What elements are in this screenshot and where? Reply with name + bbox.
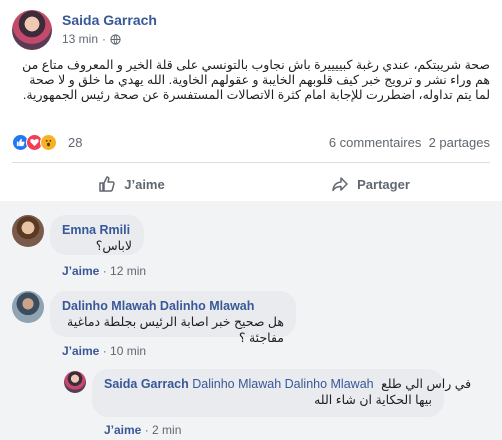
comment-avatar[interactable]: [12, 215, 44, 247]
meta-separator: ·: [144, 423, 149, 437]
reply-meta: J’aime · 2 min: [104, 423, 181, 437]
globe-icon[interactable]: [110, 33, 121, 45]
comment-like-link[interactable]: J’aime: [62, 264, 99, 278]
reaction-icons[interactable]: [12, 134, 57, 151]
comment-meta: J’aime · 10 min: [62, 344, 146, 358]
post-stats: 6 commentaires 2 partages: [329, 135, 490, 150]
meta-separator: ·: [102, 264, 107, 278]
comment-bubble: Emna Rmili لاباس؟: [50, 215, 144, 255]
reply-text-line1: في راس الي طلع: [381, 377, 472, 391]
reply-bubble: Saida Garrach Dalinho Mlawah Dalinho Mla…: [92, 369, 471, 417]
comment-time[interactable]: 10 min: [110, 344, 146, 358]
like-label: J’aime: [124, 176, 165, 192]
comment-avatar[interactable]: [12, 291, 44, 323]
reaction-count[interactable]: 28: [68, 135, 82, 150]
meta-separator: ·: [102, 344, 107, 358]
post-meta: 13 min ·: [62, 32, 121, 46]
thumbs-up-icon: [99, 176, 115, 192]
post-time[interactable]: 13 min: [62, 32, 98, 46]
comment-author[interactable]: Dalinho Mlawah Dalinho Mlawah: [62, 299, 254, 313]
comment-text: لاباس؟: [95, 239, 132, 253]
comment-like-link[interactable]: J’aime: [62, 344, 99, 358]
reply-text-line2: بيها الحكاية ان شاء الله: [314, 393, 432, 407]
share-arrow-icon: [332, 177, 348, 192]
reply-author[interactable]: Saida Garrach: [104, 377, 189, 391]
author-avatar[interactable]: [12, 10, 52, 50]
comment-time[interactable]: 12 min: [110, 264, 146, 278]
post-header: Saida Garrach 13 min ·: [12, 10, 492, 52]
meta-separator: ·: [102, 32, 107, 46]
post-actions: J’aime Partager: [12, 166, 490, 202]
shares-count[interactable]: 2 partages: [429, 135, 490, 150]
reply-time[interactable]: 2 min: [152, 423, 181, 437]
comment: Dalinho Mlawah Dalinho Mlawah هل صحيح خب…: [0, 281, 502, 361]
reply-mention[interactable]: Dalinho Mlawah Dalinho Mlawah: [192, 377, 373, 391]
comment-bubble: Dalinho Mlawah Dalinho Mlawah هل صحيح خب…: [50, 291, 296, 345]
like-button[interactable]: J’aime: [12, 166, 251, 202]
comments-count[interactable]: 6 commentaires: [329, 135, 421, 150]
reply-like-link[interactable]: J’aime: [104, 423, 141, 437]
share-label: Partager: [357, 176, 410, 192]
reply: Saida Garrach Dalinho Mlawah Dalinho Mla…: [0, 361, 502, 440]
reply-first-line: Saida Garrach Dalinho Mlawah Dalinho Mla…: [104, 376, 471, 392]
comment-meta: J’aime · 12 min: [62, 264, 146, 278]
comments-section: Emna Rmili لاباس؟ J’aime · 12 min Dalinh…: [0, 201, 502, 440]
reply-avatar[interactable]: [64, 371, 86, 393]
comment-text: هل صحيح خبر اصابة الرئيس بجلطة دماغية مف…: [67, 315, 284, 345]
share-button[interactable]: Partager: [251, 166, 490, 202]
author-name[interactable]: Saida Garrach: [62, 12, 157, 28]
wow-reaction-icon: [40, 134, 57, 151]
reactions-bar: 28 6 commentaires 2 partages: [12, 134, 490, 154]
divider: [12, 162, 490, 163]
post-text: صحة شريبتكم، عندي رغبة كبييييرة باش نجاو…: [22, 58, 490, 102]
comment: Emna Rmili لاباس؟ J’aime · 12 min: [0, 201, 502, 281]
comment-author[interactable]: Emna Rmili: [62, 223, 130, 237]
